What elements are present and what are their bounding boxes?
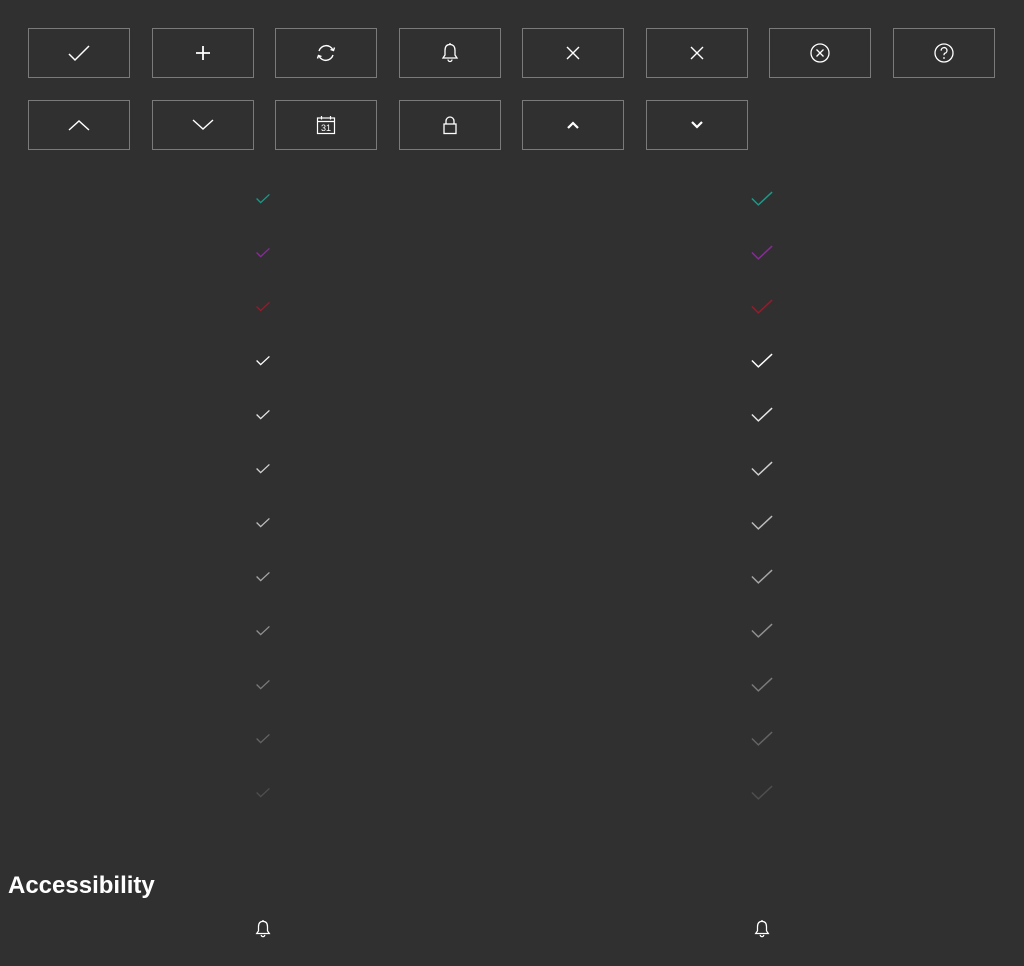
lock-button[interactable]	[399, 100, 501, 150]
plus-icon	[196, 46, 210, 60]
check-icon	[751, 353, 773, 368]
help-circle-icon	[934, 43, 954, 63]
large-check-10	[751, 676, 773, 693]
small-check-6	[256, 463, 270, 474]
lock-icon	[443, 116, 457, 135]
check-icon	[256, 463, 270, 473]
check-icon	[256, 733, 270, 743]
close-circle-icon	[810, 43, 830, 63]
accessibility-bell-small	[253, 918, 273, 940]
check-icon	[256, 571, 270, 581]
check-icon	[751, 569, 773, 584]
expand-up-button[interactable]	[28, 100, 130, 150]
scroll-down-button[interactable]	[646, 100, 748, 150]
check-icon	[751, 785, 773, 800]
small-check-11	[256, 733, 270, 744]
small-check-3	[256, 301, 270, 312]
small-check-5	[256, 409, 270, 420]
large-check-12	[751, 784, 773, 801]
check-icon	[751, 191, 773, 206]
large-check-2	[751, 244, 773, 261]
check-icon	[751, 461, 773, 476]
check-icon	[256, 301, 270, 311]
check-icon	[256, 193, 270, 203]
bell-icon	[754, 920, 770, 938]
refresh-icon	[316, 44, 336, 62]
check-icon	[751, 245, 773, 260]
calendar-date-label: 31	[321, 123, 331, 133]
check-icon	[751, 515, 773, 530]
check-icon	[256, 787, 270, 797]
large-check-6	[751, 460, 773, 477]
large-check-9	[751, 622, 773, 639]
accessibility-heading: Accessibility	[8, 872, 155, 899]
help-button[interactable]	[893, 28, 995, 78]
small-check-2	[256, 247, 270, 258]
dismiss-button[interactable]	[646, 28, 748, 78]
large-check-8	[751, 568, 773, 585]
close-button[interactable]	[522, 28, 624, 78]
expand-down-button[interactable]	[152, 100, 254, 150]
large-check-5	[751, 406, 773, 423]
check-icon	[256, 355, 270, 365]
check-icon	[256, 247, 270, 257]
check-icon	[751, 299, 773, 314]
large-check-7	[751, 514, 773, 531]
small-check-12	[256, 787, 270, 798]
cancel-button[interactable]	[769, 28, 871, 78]
check-icon	[751, 407, 773, 422]
check-icon	[751, 623, 773, 638]
small-check-7	[256, 517, 270, 528]
close-icon	[690, 46, 704, 60]
chevron-up-thin-icon	[68, 120, 90, 131]
notifications-button[interactable]	[399, 28, 501, 78]
small-check-8	[256, 571, 270, 582]
chevron-down-bold-icon	[691, 121, 703, 129]
accessibility-bell-large	[752, 918, 772, 940]
large-check-11	[751, 730, 773, 747]
small-check-10	[256, 679, 270, 690]
check-icon	[256, 679, 270, 689]
add-button[interactable]	[152, 28, 254, 78]
check-icon	[256, 409, 270, 419]
check-icon	[751, 677, 773, 692]
small-check-9	[256, 625, 270, 636]
scroll-up-button[interactable]	[522, 100, 624, 150]
large-check-1	[751, 190, 773, 207]
large-check-4	[751, 352, 773, 369]
calendar-icon: 31	[316, 116, 336, 135]
bell-icon	[441, 43, 459, 63]
chevron-up-bold-icon	[567, 121, 579, 129]
calendar-button[interactable]: 31	[275, 100, 377, 150]
check-icon	[256, 517, 270, 527]
refresh-button[interactable]	[275, 28, 377, 78]
small-check-4	[256, 355, 270, 366]
check-icon	[256, 625, 270, 635]
bell-icon	[255, 920, 271, 938]
close-icon	[566, 46, 580, 60]
large-check-3	[751, 298, 773, 315]
check-icon	[68, 45, 90, 62]
check-button[interactable]	[28, 28, 130, 78]
chevron-down-thin-icon	[192, 119, 214, 130]
check-icon	[751, 731, 773, 746]
small-check-1	[256, 193, 270, 204]
